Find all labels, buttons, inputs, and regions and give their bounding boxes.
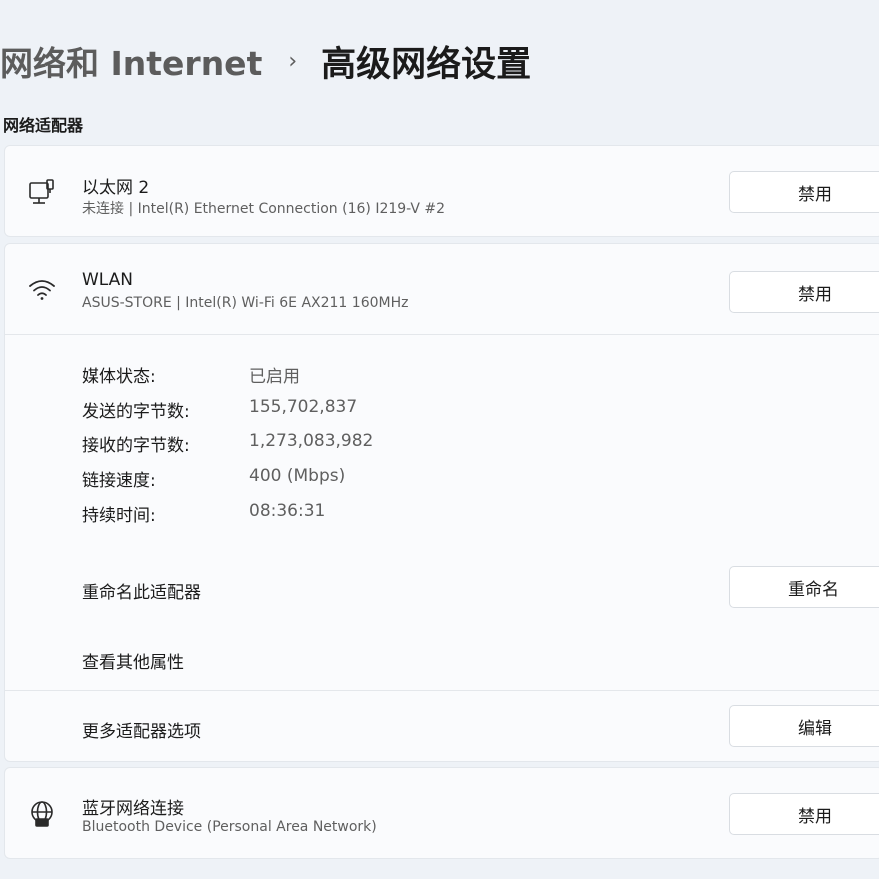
detail-label-duration: 持续时间:	[82, 506, 156, 526]
adapter-name: 以太网 2	[82, 178, 150, 198]
wifi-icon	[25, 273, 59, 307]
detail-value-media-state: 已启用	[249, 367, 300, 387]
network-adapters-heading: 网络适配器	[3, 116, 84, 135]
detail-label-bytes-received: 接收的字节数:	[82, 436, 190, 456]
globe-network-icon	[25, 797, 59, 831]
detail-label-media-state: 媒体状态:	[82, 367, 156, 387]
detail-value-bytes-received: 1,273,083,982	[249, 431, 374, 451]
divider	[5, 690, 879, 691]
detail-label-link-speed: 链接速度:	[82, 471, 156, 491]
adapter-description: Bluetooth Device (Personal Area Network)	[82, 819, 377, 835]
breadcrumb-parent-link[interactable]: 网络和 Internet	[0, 37, 262, 85]
adapter-header-ethernet[interactable]: 以太网 2 未连接 | Intel(R) Ethernet Connection…	[5, 146, 879, 238]
rename-adapter-label: 重命名此适配器	[82, 583, 201, 603]
ethernet-icon	[25, 176, 59, 210]
page-title: 高级网络设置	[321, 44, 532, 85]
detail-value-link-speed: 400 (Mbps)	[249, 466, 346, 486]
disable-wlan-button[interactable]: 禁用	[729, 271, 879, 313]
chevron-right-icon: ›	[288, 48, 298, 74]
disable-ethernet-button[interactable]: 禁用	[729, 171, 879, 213]
adapter-card-ethernet: 以太网 2 未连接 | Intel(R) Ethernet Connection…	[4, 145, 879, 237]
adapter-name: 蓝牙网络连接	[82, 799, 184, 819]
divider	[5, 334, 879, 335]
detail-value-bytes-sent: 155,702,837	[249, 397, 358, 417]
more-adapter-options-label: 更多适配器选项	[82, 722, 201, 742]
detail-value-duration: 08:36:31	[249, 501, 326, 521]
adapter-description: 未连接 | Intel(R) Ethernet Connection (16) …	[82, 201, 446, 217]
view-more-properties-link[interactable]: 查看其他属性	[82, 648, 184, 673]
disable-bluetooth-button[interactable]: 禁用	[729, 793, 879, 835]
advanced-network-settings-page: 网络和 Internet › 高级网络设置 网络适配器 以太网 2 未连接 | …	[0, 0, 879, 879]
adapter-header-wlan[interactable]: WLAN ASUS-STORE | Intel(R) Wi-Fi 6E AX21…	[5, 244, 879, 336]
adapter-card-bluetooth: 蓝牙网络连接 Bluetooth Device (Personal Area N…	[4, 767, 879, 859]
adapter-name: WLAN	[82, 270, 134, 290]
rename-button[interactable]: 重命名	[729, 566, 879, 608]
edit-button[interactable]: 编辑	[729, 705, 879, 747]
breadcrumb: 网络和 Internet › 高级网络设置	[0, 36, 531, 86]
detail-label-bytes-sent: 发送的字节数:	[82, 402, 190, 422]
adapter-card-wlan: WLAN ASUS-STORE | Intel(R) Wi-Fi 6E AX21…	[4, 243, 879, 762]
adapter-description: ASUS-STORE | Intel(R) Wi-Fi 6E AX211 160…	[82, 295, 409, 311]
adapter-header-bluetooth[interactable]: 蓝牙网络连接 Bluetooth Device (Personal Area N…	[5, 768, 879, 860]
